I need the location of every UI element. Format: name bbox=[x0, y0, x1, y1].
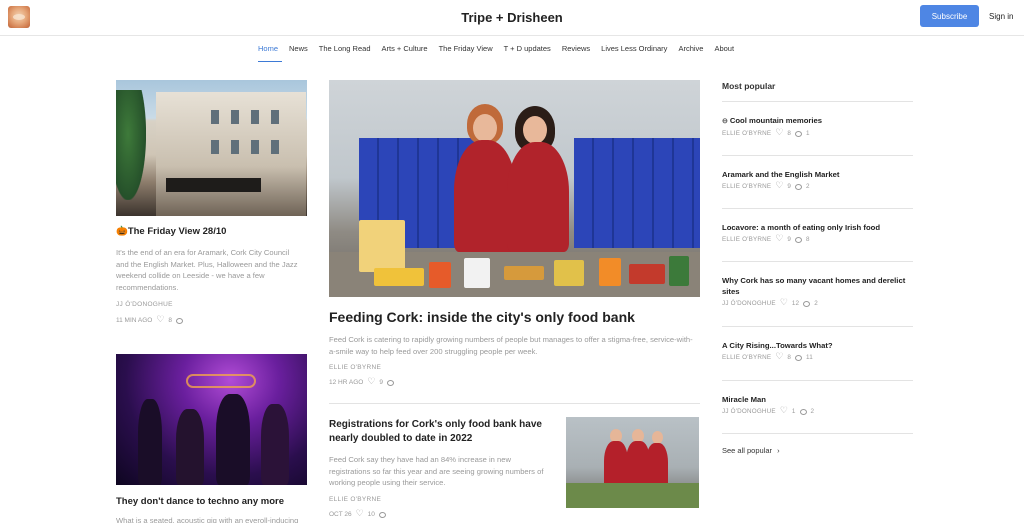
popular-item-title[interactable]: Miracle Man bbox=[722, 394, 913, 405]
popular-item[interactable]: Miracle Man JJ Ó'DONOGHUE 1 2 bbox=[722, 380, 913, 416]
popular-item[interactable]: Aramark and the English Market ELLIE O'B… bbox=[722, 155, 913, 191]
popular-item-author[interactable]: JJ Ó'DONOGHUE bbox=[722, 300, 776, 307]
like-count: 9 bbox=[787, 183, 792, 190]
nav-item-td-updates[interactable]: T + D updates bbox=[504, 44, 551, 53]
signin-link[interactable]: Sign in bbox=[989, 12, 1013, 21]
nav-item-lives-less-ordinary[interactable]: Lives Less Ordinary bbox=[601, 44, 667, 53]
nav-item-reviews[interactable]: Reviews bbox=[562, 44, 590, 53]
heart-icon[interactable] bbox=[775, 180, 783, 191]
popular-item-author[interactable]: ELLIE O'BYRNE bbox=[722, 130, 771, 137]
comment-count: 1 bbox=[806, 130, 810, 137]
popular-item-author[interactable]: ELLIE O'BYRNE bbox=[722, 354, 771, 361]
heart-icon[interactable] bbox=[780, 405, 788, 416]
secondary-excerpt: Feed Cork say they have had an 84% incre… bbox=[329, 455, 544, 487]
comment-icon[interactable] bbox=[378, 511, 386, 518]
like-count: 1 bbox=[791, 408, 796, 415]
comment-icon[interactable] bbox=[795, 354, 803, 361]
comment-icon[interactable] bbox=[795, 236, 803, 243]
post-author[interactable]: JJ Ó'DONOGHUE bbox=[116, 301, 173, 308]
comment-count: 2 bbox=[806, 183, 810, 190]
popular-item-title[interactable]: A City Rising...Towards What? bbox=[722, 340, 913, 351]
comment-icon[interactable] bbox=[803, 300, 811, 307]
post-meta: 11 MIN AGO 8 bbox=[116, 314, 183, 325]
heart-icon[interactable] bbox=[356, 508, 364, 519]
post-excerpt: It's the end of an era for Aramark, Cork… bbox=[116, 248, 298, 292]
divider bbox=[722, 433, 913, 434]
popular-item[interactable]: Why Cork has so many vacant homes and de… bbox=[722, 261, 913, 308]
post-date: OCT 26 bbox=[329, 511, 352, 518]
post-title[interactable]: They don't dance to techno any more bbox=[116, 496, 307, 507]
divider bbox=[329, 403, 700, 404]
most-popular-heading: Most popular bbox=[722, 81, 776, 91]
site-title[interactable]: Tripe + Drisheen bbox=[0, 10, 1024, 25]
featured-image[interactable] bbox=[329, 80, 700, 297]
heart-icon[interactable] bbox=[775, 351, 783, 362]
nav-item-about[interactable]: About bbox=[714, 44, 734, 53]
like-count: 8 bbox=[787, 130, 792, 137]
nav-item-arts-culture[interactable]: Arts + Culture bbox=[382, 44, 428, 53]
comment-count: 8 bbox=[806, 236, 810, 243]
like-count: 10 bbox=[367, 511, 375, 518]
nav-item-archive[interactable]: Archive bbox=[678, 44, 703, 53]
heart-icon[interactable] bbox=[775, 127, 783, 138]
chevron-right-icon: › bbox=[777, 446, 780, 455]
secondary-author[interactable]: ELLIE O'BYRNE bbox=[329, 496, 381, 503]
featured-meta: 12 HR AGO 9 bbox=[329, 376, 394, 387]
comment-icon[interactable] bbox=[799, 408, 807, 415]
post-date: 11 MIN AGO bbox=[116, 317, 153, 324]
heart-icon[interactable] bbox=[780, 297, 788, 308]
secondary-meta: OCT 26 10 bbox=[329, 508, 386, 519]
nav-item-friday-view[interactable]: The Friday View bbox=[439, 44, 493, 53]
featured-title[interactable]: Feeding Cork: inside the city's only foo… bbox=[329, 309, 700, 325]
heart-icon[interactable] bbox=[775, 233, 783, 244]
nav-item-long-read[interactable]: The Long Read bbox=[319, 44, 371, 53]
popular-item-title[interactable]: Aramark and the English Market bbox=[722, 169, 913, 180]
like-count: 9 bbox=[787, 236, 792, 243]
featured-excerpt: Feed Cork is catering to rapidly growing… bbox=[329, 335, 693, 356]
secondary-image[interactable] bbox=[566, 417, 699, 508]
comment-icon[interactable] bbox=[386, 379, 394, 386]
popular-item-title[interactable]: Why Cork has so many vacant homes and de… bbox=[722, 275, 913, 297]
see-all-popular-link[interactable]: See all popular › bbox=[722, 446, 780, 455]
comment-count: 11 bbox=[806, 354, 813, 361]
popular-item-author[interactable]: ELLIE O'BYRNE bbox=[722, 183, 771, 190]
post-image-friday-view[interactable] bbox=[116, 80, 307, 216]
nav-item-home[interactable]: Home bbox=[258, 44, 278, 53]
comment-icon[interactable] bbox=[176, 317, 183, 324]
popular-item[interactable]: Locavore: a month of eating only Irish f… bbox=[722, 208, 913, 244]
popular-item[interactable]: A City Rising...Towards What? ELLIE O'BY… bbox=[722, 326, 913, 362]
heart-icon[interactable] bbox=[367, 376, 375, 387]
like-count: 8 bbox=[787, 354, 792, 361]
main-nav: Home News The Long Read Arts + Culture T… bbox=[258, 44, 745, 53]
like-count: 12 bbox=[791, 300, 800, 307]
popular-item-title[interactable]: Cool mountain memories bbox=[730, 116, 822, 125]
secondary-title[interactable]: Registrations for Cork's only food bank … bbox=[329, 418, 554, 446]
popular-item-title[interactable]: Locavore: a month of eating only Irish f… bbox=[722, 222, 913, 233]
comment-count: 2 bbox=[814, 300, 818, 307]
post-title[interactable]: 🎃The Friday View 28/10 bbox=[116, 226, 307, 237]
comment-icon[interactable] bbox=[795, 183, 803, 190]
nav-item-news[interactable]: News bbox=[289, 44, 308, 53]
like-count: 8 bbox=[168, 317, 172, 324]
popular-item[interactable]: ⊖ Cool mountain memories ELLIE O'BYRNE 8… bbox=[722, 101, 913, 138]
link-icon: ⊖ bbox=[722, 118, 730, 125]
top-bar: Tripe + Drisheen Subscribe Sign in bbox=[0, 0, 1024, 36]
nav-active-indicator bbox=[258, 61, 282, 62]
post-image-concert[interactable] bbox=[116, 354, 307, 485]
comment-icon[interactable] bbox=[795, 130, 803, 137]
post-date: 12 HR AGO bbox=[329, 379, 364, 386]
post-excerpt: What is a seated, acoustic gig with an e… bbox=[116, 516, 299, 523]
like-count: 9 bbox=[379, 379, 383, 386]
popular-item-author[interactable]: JJ Ó'DONOGHUE bbox=[722, 408, 776, 415]
featured-author[interactable]: ELLIE O'BYRNE bbox=[329, 364, 381, 371]
popular-item-author[interactable]: ELLIE O'BYRNE bbox=[722, 236, 771, 243]
comment-count: 2 bbox=[810, 408, 815, 415]
heart-icon[interactable] bbox=[156, 314, 164, 325]
subscribe-button[interactable]: Subscribe bbox=[920, 5, 979, 27]
see-all-label[interactable]: See all popular bbox=[722, 446, 772, 455]
